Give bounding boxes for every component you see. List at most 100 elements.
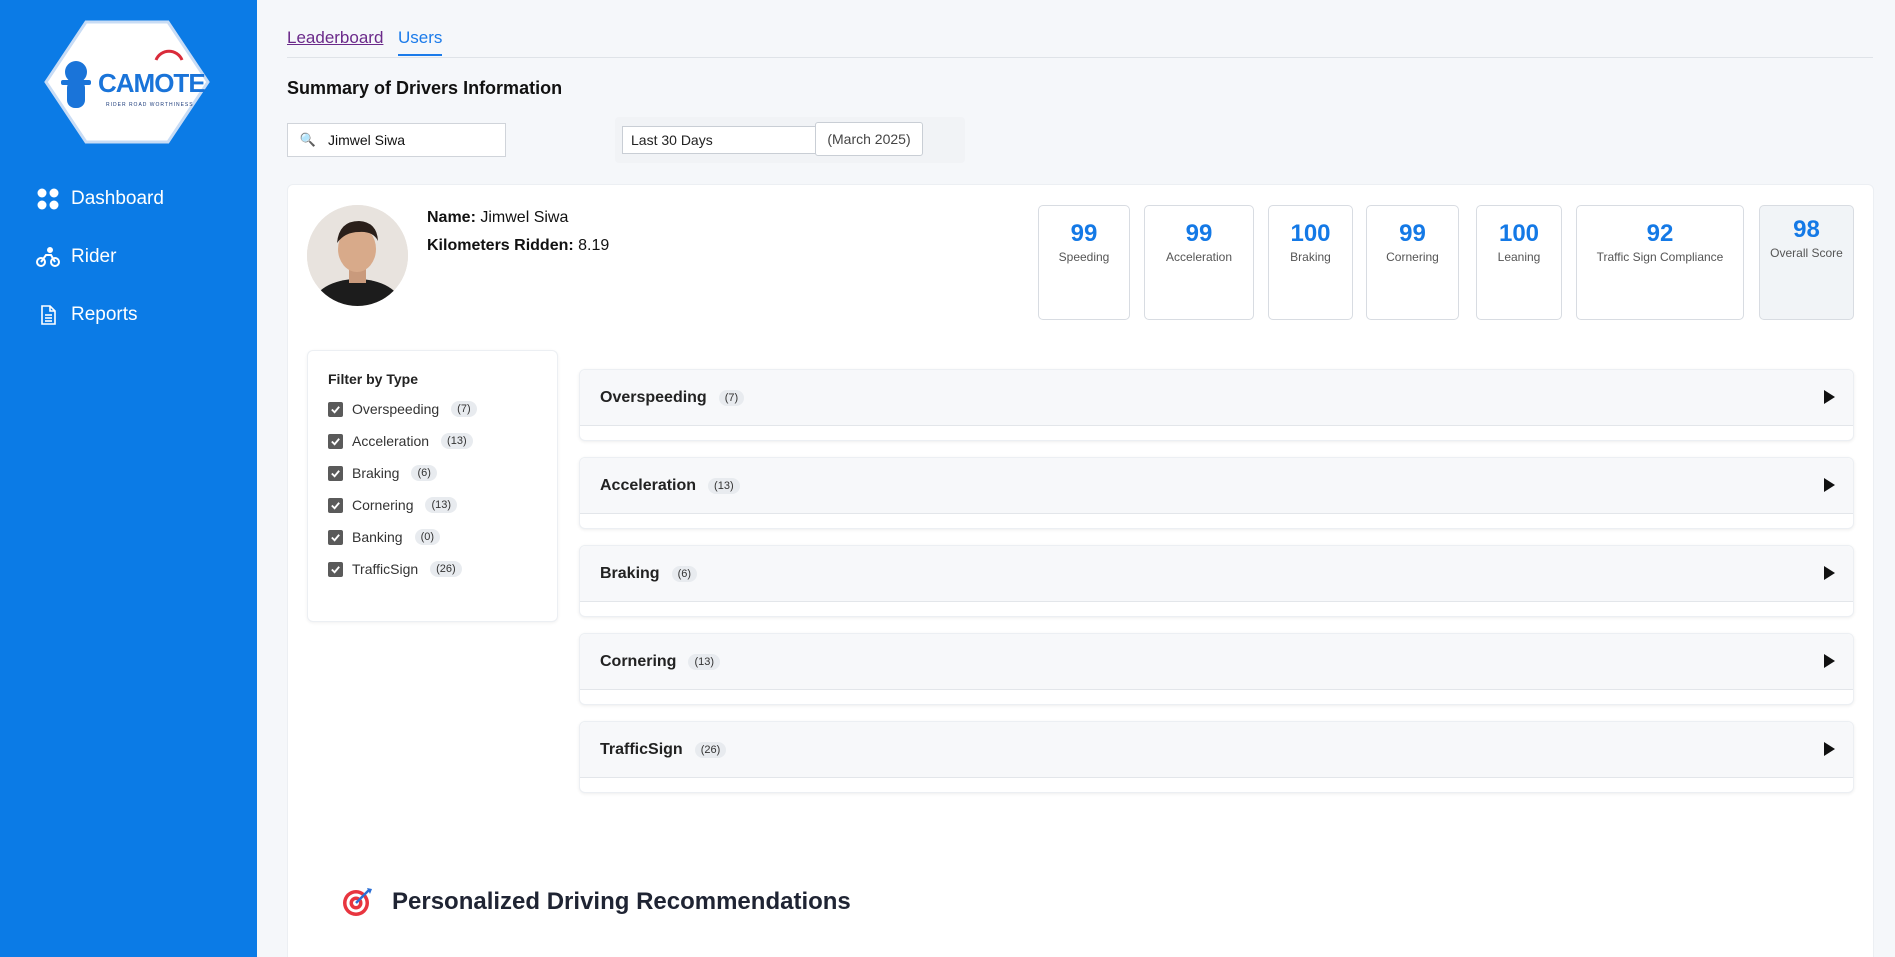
score-speeding: 99 Speeding bbox=[1038, 205, 1130, 320]
score-leaning: 100 Leaning bbox=[1476, 205, 1562, 320]
section-title: Overspeeding bbox=[600, 388, 707, 406]
count-badge: (13) bbox=[708, 477, 740, 494]
search-input[interactable] bbox=[310, 132, 480, 148]
expand-arrow-icon[interactable] bbox=[1824, 390, 1835, 404]
score-label: Braking bbox=[1290, 250, 1331, 264]
check-icon bbox=[331, 437, 340, 446]
count-badge: (13) bbox=[441, 433, 473, 449]
section-header[interactable]: TrafficSign (26) bbox=[580, 722, 1853, 778]
motorbike-icon bbox=[36, 245, 60, 269]
section-header[interactable]: Acceleration (13) bbox=[580, 458, 1853, 514]
filter-title: Filter by Type bbox=[328, 371, 418, 387]
checkbox-acceleration[interactable] bbox=[328, 433, 343, 449]
driver-name-line: Name: Jimwel Siwa bbox=[427, 209, 568, 227]
score-traffic-sign: 92 Traffic Sign Compliance bbox=[1576, 205, 1744, 320]
filter-row-cornering: Cornering (13) bbox=[328, 497, 458, 513]
logo-subtitle: RIDER ROAD WORTHINESS bbox=[106, 102, 194, 108]
sidebar-item-label: Dashboard bbox=[71, 188, 164, 209]
km-label: Kilometers Ridden: bbox=[427, 237, 574, 254]
score-label: Traffic Sign Compliance bbox=[1596, 250, 1724, 264]
filter-row-banking: Banking (0) bbox=[328, 529, 441, 545]
sidebar-item-label: Rider bbox=[71, 246, 117, 267]
page-title: Summary of Drivers Information bbox=[287, 78, 563, 98]
expand-arrow-icon[interactable] bbox=[1824, 478, 1835, 492]
check-icon bbox=[331, 565, 340, 574]
name-label: Name: bbox=[427, 209, 476, 226]
section-overspeeding: Overspeeding (7) bbox=[579, 369, 1854, 441]
driver-km: 8.19 bbox=[578, 237, 610, 254]
count-badge: (13) bbox=[688, 653, 721, 670]
section-cornering: Cornering (13) bbox=[579, 633, 1854, 705]
filter-label: Braking bbox=[352, 465, 400, 481]
section-header[interactable]: Cornering (13) bbox=[580, 634, 1853, 690]
count-badge: (6) bbox=[671, 565, 698, 582]
checkbox-overspeeding[interactable] bbox=[328, 401, 343, 417]
section-header[interactable]: Braking (6) bbox=[580, 546, 1853, 602]
section-braking: Braking (6) bbox=[579, 545, 1854, 617]
score-cornering: 99 Cornering bbox=[1366, 205, 1459, 320]
section-title: TrafficSign bbox=[600, 740, 683, 758]
sidebar-item-rider[interactable]: Rider bbox=[36, 240, 116, 274]
filter-label: Banking bbox=[352, 529, 403, 545]
score-value: 99 bbox=[1399, 220, 1426, 247]
checkbox-braking[interactable] bbox=[328, 465, 343, 481]
filter-row-trafficsign: TrafficSign (26) bbox=[328, 561, 462, 577]
score-braking: 100 Braking bbox=[1268, 205, 1353, 320]
filter-panel: Filter by Type Overspeeding (7) Accelera… bbox=[307, 350, 558, 622]
date-month-label: (March 2025) bbox=[815, 122, 923, 156]
checkbox-banking[interactable] bbox=[328, 529, 343, 545]
score-value: 98 bbox=[1793, 216, 1820, 243]
count-badge: (13) bbox=[425, 497, 458, 513]
logo-text: CAMOTE bbox=[98, 68, 206, 98]
check-icon bbox=[331, 501, 340, 510]
section-trafficsign: TrafficSign (26) bbox=[579, 721, 1854, 793]
count-badge: (7) bbox=[451, 401, 477, 417]
score-value: 100 bbox=[1290, 220, 1331, 247]
sidebar-item-reports[interactable]: Reports bbox=[36, 298, 138, 332]
count-badge: (26) bbox=[430, 561, 462, 577]
expand-arrow-icon[interactable] bbox=[1824, 654, 1835, 668]
target-icon bbox=[343, 888, 372, 916]
filter-label: Overspeeding bbox=[352, 401, 440, 417]
sidebar: CAMOTE RIDER ROAD WORTHINESS Dashboard R… bbox=[0, 0, 257, 957]
tab-users[interactable]: Users bbox=[398, 28, 443, 56]
expand-arrow-icon[interactable] bbox=[1824, 742, 1835, 756]
score-value: 92 bbox=[1646, 220, 1674, 247]
section-header[interactable]: Overspeeding (7) bbox=[580, 370, 1853, 426]
count-badge: (26) bbox=[694, 741, 727, 758]
score-value: 99 bbox=[1185, 220, 1213, 247]
filter-row-acceleration: Acceleration (13) bbox=[328, 433, 473, 449]
sidebar-item-dashboard[interactable]: Dashboard bbox=[36, 182, 164, 216]
date-range-select[interactable]: Last 30 Days bbox=[622, 126, 822, 154]
score-acceleration: 99 Acceleration bbox=[1144, 205, 1254, 320]
avatar bbox=[307, 205, 408, 306]
tab-bar: Leaderboard Users bbox=[287, 28, 1873, 58]
document-icon bbox=[36, 303, 60, 327]
search-box: 🔍 bbox=[287, 123, 506, 157]
expand-arrow-icon[interactable] bbox=[1824, 566, 1835, 580]
checkbox-trafficsign[interactable] bbox=[328, 561, 343, 577]
checkbox-cornering[interactable] bbox=[328, 497, 343, 513]
date-filter-panel: Last 30 Days (March 2025) bbox=[615, 117, 965, 163]
score-label: Speeding bbox=[1058, 250, 1110, 264]
count-badge: (0) bbox=[414, 529, 441, 545]
score-label: Overall Score bbox=[1770, 246, 1843, 260]
filter-label: Cornering bbox=[352, 497, 414, 513]
count-badge: (7) bbox=[718, 389, 745, 406]
filter-label: TrafficSign bbox=[352, 561, 419, 577]
check-icon bbox=[331, 469, 340, 478]
score-overall: 98 Overall Score bbox=[1759, 205, 1854, 320]
check-icon bbox=[331, 405, 340, 414]
score-value: 100 bbox=[1498, 220, 1540, 247]
section-title: Acceleration bbox=[600, 476, 697, 494]
section-title: Braking bbox=[600, 564, 660, 582]
score-label: Acceleration bbox=[1165, 250, 1233, 264]
section-title: Cornering bbox=[600, 652, 677, 670]
app-logo[interactable]: CAMOTE RIDER ROAD WORTHINESS bbox=[44, 20, 210, 144]
driver-name: Jimwel Siwa bbox=[480, 209, 569, 226]
filter-label: Acceleration bbox=[352, 433, 430, 449]
tab-leaderboard[interactable]: Leaderboard bbox=[287, 28, 383, 54]
check-icon bbox=[331, 533, 340, 542]
filter-row-overspeeding: Overspeeding (7) bbox=[328, 401, 477, 417]
count-badge: (6) bbox=[411, 465, 437, 481]
